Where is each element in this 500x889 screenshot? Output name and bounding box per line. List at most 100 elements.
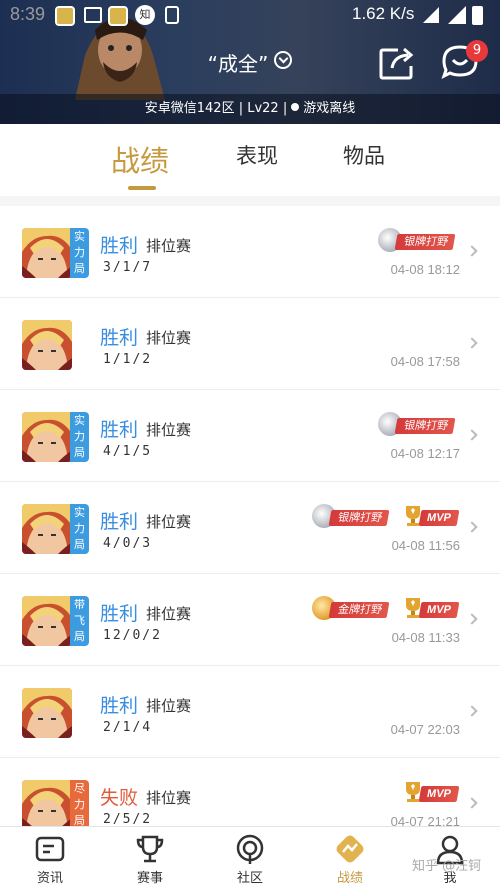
hero-avatar <box>22 780 72 826</box>
chevron-right-icon <box>466 613 478 625</box>
app-icon <box>55 6 75 26</box>
match-mode-tag: 尽力局 <box>70 780 89 826</box>
mvp-badge: MVP <box>402 596 460 622</box>
match-kda: 2/1/4 <box>103 720 153 735</box>
match-row[interactable]: 胜利 排位赛 1/1/2 04-08 17:58 <box>0 298 500 390</box>
match-row[interactable]: 实力局 胜利 排位赛 3/1/7 04-08 18:12 银牌打野 <box>0 206 500 298</box>
tab-performance[interactable]: 表现 <box>236 140 278 170</box>
tab-indicator <box>128 186 156 190</box>
news-icon <box>35 836 65 862</box>
match-kda: 1/1/2 <box>103 352 153 367</box>
share-icon[interactable] <box>378 44 416 80</box>
match-result: 胜利 <box>100 235 139 257</box>
hero-avatar <box>22 688 72 738</box>
nav-news-label: 资讯 <box>36 871 63 886</box>
match-list[interactable]: 实力局 胜利 排位赛 3/1/7 04-08 18:12 银牌打野 胜利 排位赛 1/1/2 04… <box>0 206 500 826</box>
nav-news[interactable]: 资讯 <box>0 827 100 889</box>
signal-icon <box>448 6 466 24</box>
image-icon <box>84 7 102 23</box>
match-type: 排位赛 <box>146 513 192 531</box>
match-result: 胜利 <box>100 603 139 625</box>
match-row[interactable]: 胜利 排位赛 2/1/4 04-07 22:03 <box>0 666 500 758</box>
tab-bar: 战绩 表现 物品 <box>0 124 500 196</box>
phone-icon <box>165 6 179 24</box>
medal-label: 银牌打野 <box>394 418 456 434</box>
match-result: 胜利 <box>100 695 139 717</box>
match-time: 04-08 17:58 <box>390 354 460 369</box>
nav-events-label: 赛事 <box>136 871 163 886</box>
match-row[interactable]: 实力局 胜利 排位赛 4/0/3 04-08 11:56 MVP 银牌打野 <box>0 482 500 574</box>
match-row[interactable]: 尽力局 失败 排位赛 2/5/2 04-07 21:21 MVP <box>0 758 500 826</box>
match-type: 排位赛 <box>146 237 192 255</box>
mvp-label: MVP <box>418 510 460 526</box>
match-result: 胜利 <box>100 327 139 349</box>
chevron-right-icon <box>466 521 478 533</box>
chevron-right-icon <box>466 705 478 717</box>
match-type: 排位赛 <box>146 605 192 623</box>
match-mode-tag: 实力局 <box>70 412 89 462</box>
nav-community[interactable]: 社区 <box>200 827 300 889</box>
watermark: 知乎 @汪钶 <box>412 859 482 874</box>
mvp-label: MVP <box>418 602 460 618</box>
profile-header: 8:39 知 1.62 K/s “成全” 9 安卓微信142区 | Lv22 |… <box>0 0 500 124</box>
match-kda: 2/5/2 <box>103 812 153 826</box>
match-mode-tag: 实力局 <box>70 504 89 554</box>
battery-icon <box>472 6 483 25</box>
silver-medal-badge: 银牌打野 <box>378 228 460 254</box>
chevron-down-icon <box>274 51 293 69</box>
status-dot-icon <box>291 103 300 111</box>
mvp-badge: MVP <box>402 780 460 806</box>
chevron-right-icon <box>466 337 478 349</box>
nav-events[interactable]: 赛事 <box>100 827 200 889</box>
record-icon <box>336 835 364 863</box>
match-type: 排位赛 <box>146 329 192 347</box>
match-kda: 3/1/7 <box>103 260 153 275</box>
hero-avatar <box>22 412 72 462</box>
online-status: 游戏离线 <box>303 101 356 116</box>
mvp-label: MVP <box>418 786 460 802</box>
match-time: 04-07 22:03 <box>390 722 460 737</box>
status-bar: 8:39 知 1.62 K/s <box>0 0 500 30</box>
silver-medal-badge: 银牌打野 <box>378 412 460 438</box>
nav-records[interactable]: 战绩 <box>300 827 400 889</box>
chevron-right-icon <box>466 245 478 257</box>
match-type: 排位赛 <box>146 421 192 439</box>
medal-label: 银牌打野 <box>394 234 456 250</box>
zhihu-icon: 知 <box>135 5 155 25</box>
app-icon <box>108 6 128 26</box>
player-info-bar: 安卓微信142区 | Lv22 | 游戏离线 <box>0 94 500 124</box>
match-type: 排位赛 <box>146 789 192 807</box>
match-time: 04-08 18:12 <box>390 262 460 277</box>
chevron-right-icon <box>466 797 478 809</box>
hero-avatar <box>22 504 72 554</box>
match-time: 04-08 11:33 <box>391 630 460 645</box>
message-count-badge: 9 <box>466 40 488 62</box>
player-name: “成全” <box>207 52 269 76</box>
chevron-right-icon <box>466 429 478 441</box>
medal-label: 金牌打野 <box>328 602 390 618</box>
match-result: 失败 <box>100 787 139 809</box>
match-time: 04-08 11:56 <box>391 538 460 553</box>
match-kda: 12/0/2 <box>103 628 162 643</box>
nav-community-label: 社区 <box>236 871 263 886</box>
match-row[interactable]: 带飞局 胜利 排位赛 12/0/2 04-08 11:33 MVP 金牌打野 <box>0 574 500 666</box>
match-kda: 4/0/3 <box>103 536 153 551</box>
match-result: 胜利 <box>100 419 139 441</box>
player-name-selector[interactable]: “成全” <box>0 48 500 77</box>
match-time: 04-07 21:21 <box>390 814 460 826</box>
server-level-text: 安卓微信142区 | Lv22 | <box>144 101 288 116</box>
network-speed: 1.62 K/s <box>352 4 415 23</box>
hero-avatar <box>22 228 72 278</box>
gold-medal-badge: 金牌打野 <box>312 596 394 622</box>
medal-label: 银牌打野 <box>328 510 390 526</box>
match-mode-tag: 实力局 <box>70 228 89 278</box>
hero-avatar <box>22 320 72 370</box>
silver-medal-badge: 银牌打野 <box>312 504 394 530</box>
tab-items[interactable]: 物品 <box>343 140 385 170</box>
match-result: 胜利 <box>100 511 139 533</box>
match-row[interactable]: 实力局 胜利 排位赛 4/1/5 04-08 12:17 银牌打野 <box>0 390 500 482</box>
hero-avatar <box>22 596 72 646</box>
tab-records[interactable]: 战绩 <box>111 138 169 180</box>
match-kda: 4/1/5 <box>103 444 153 459</box>
match-time: 04-08 12:17 <box>390 446 460 461</box>
